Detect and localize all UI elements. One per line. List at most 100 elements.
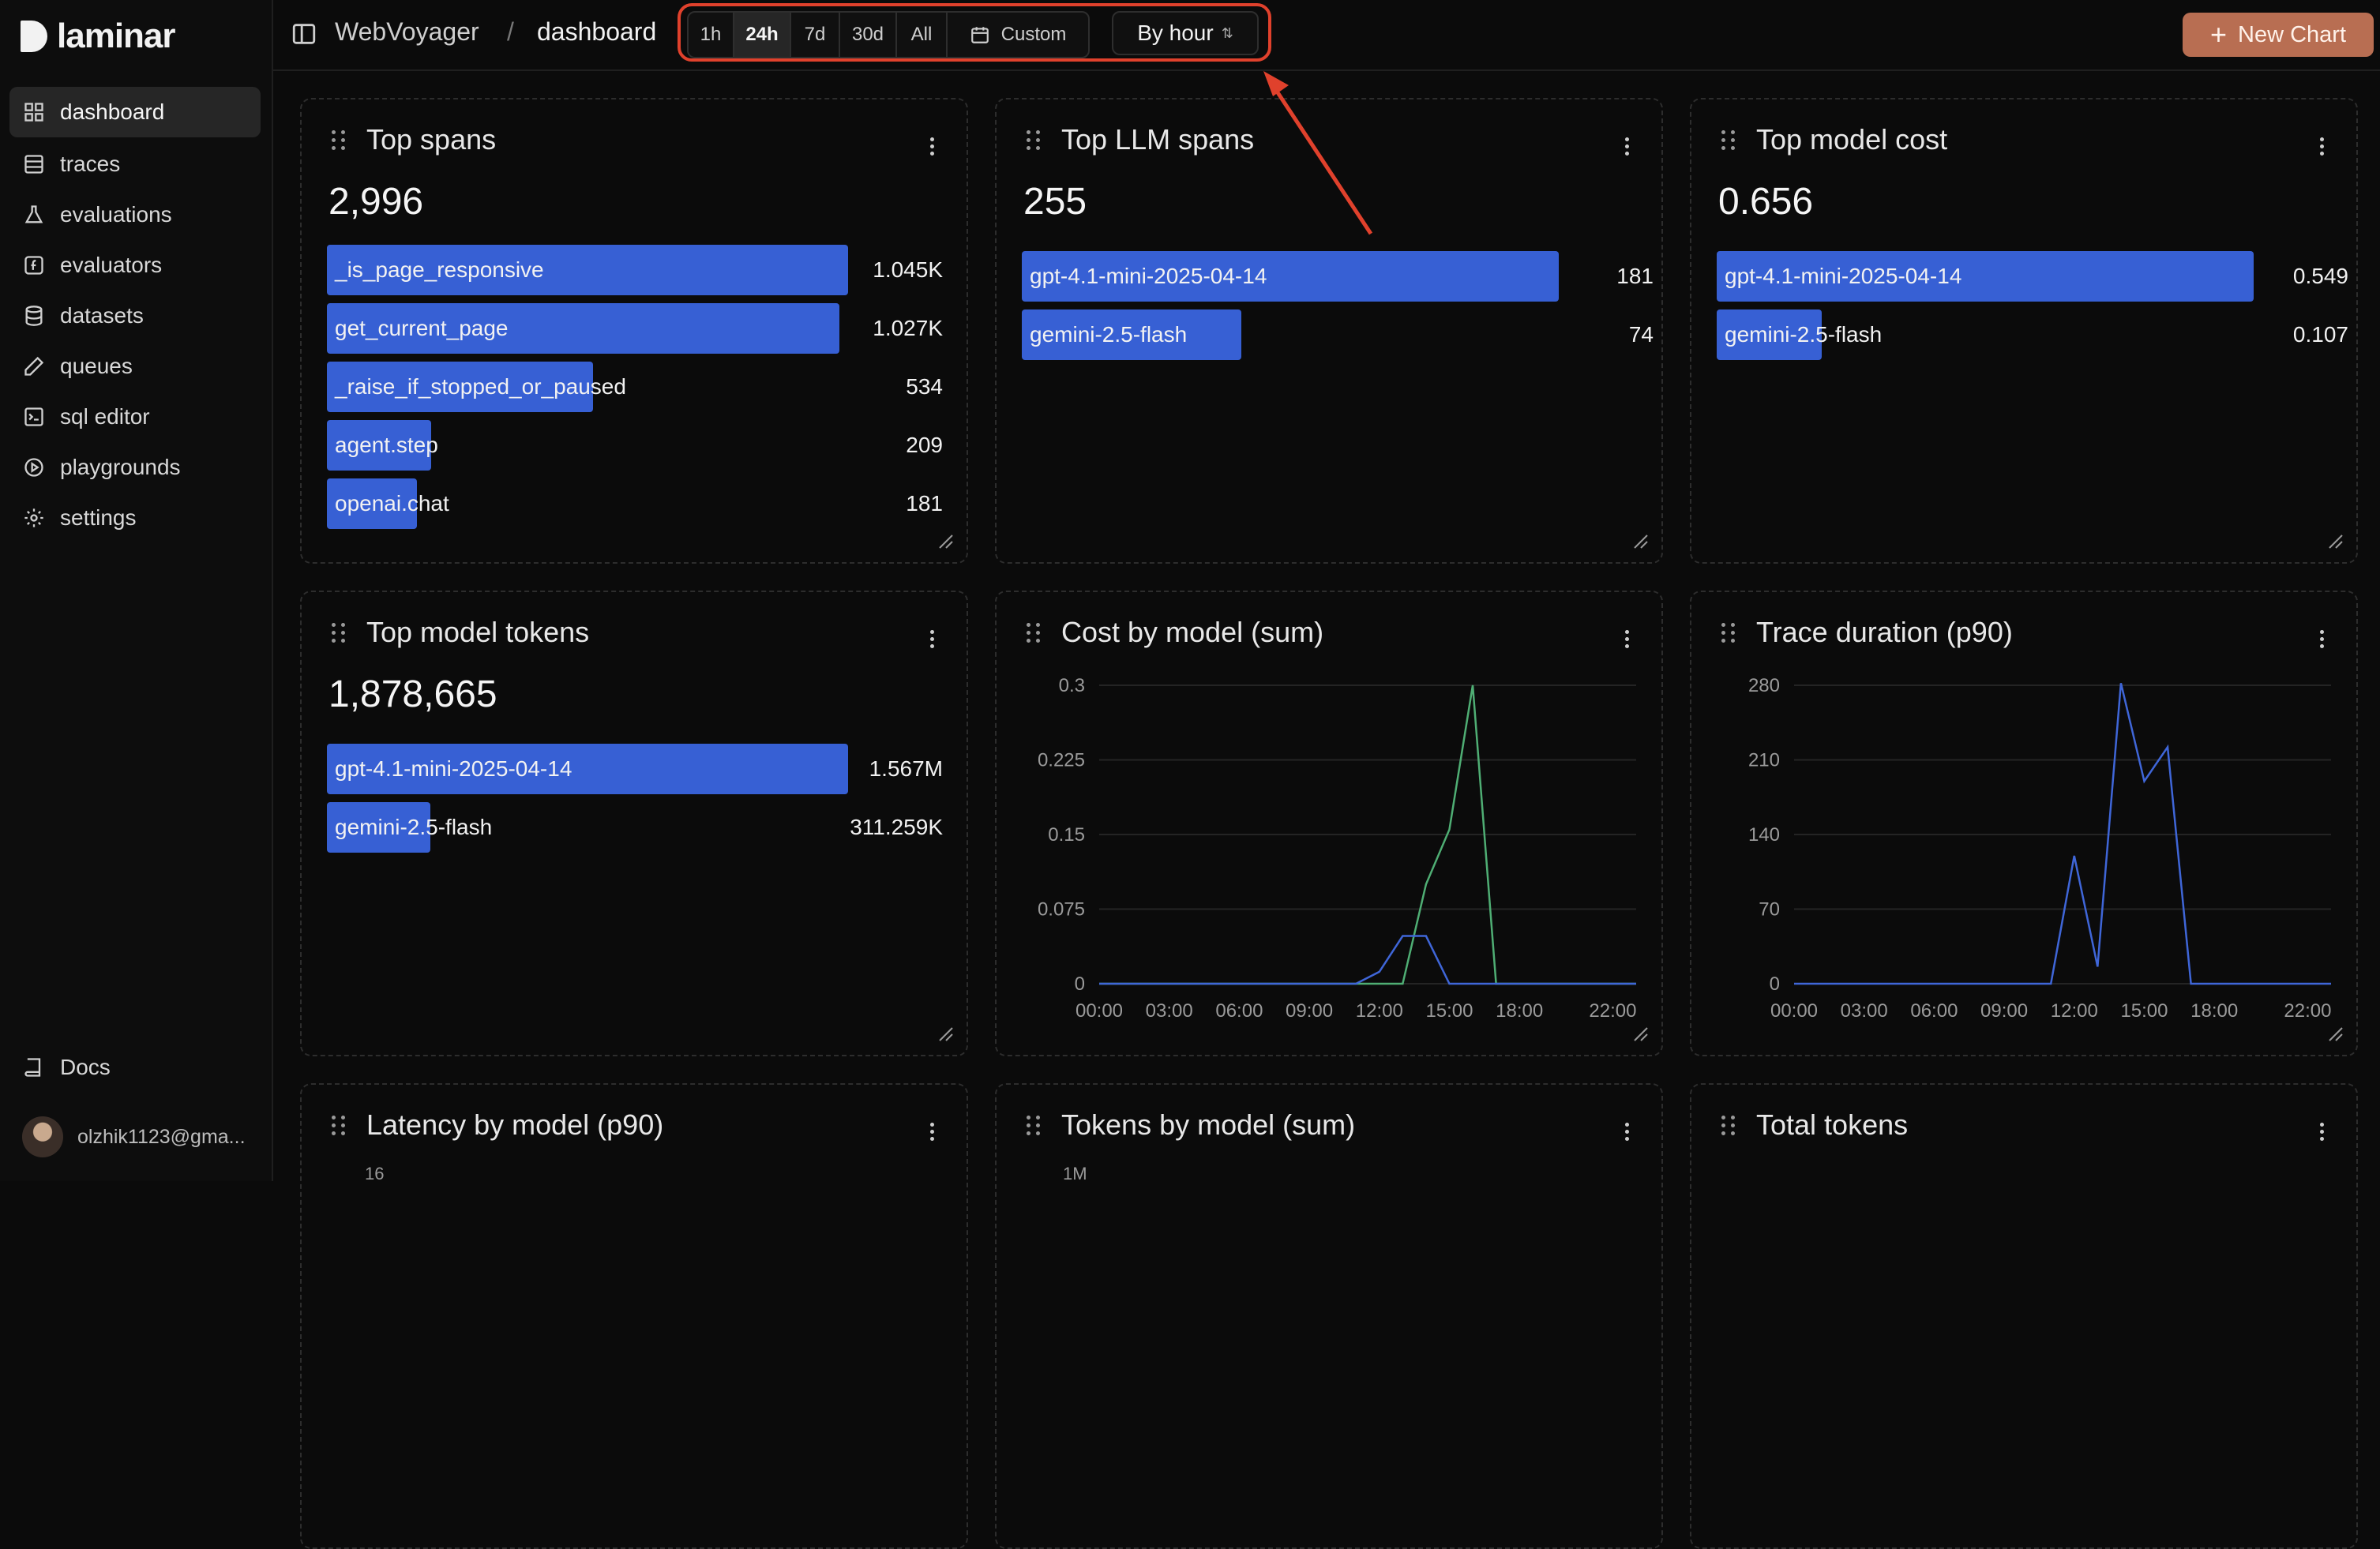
bar-label: agent.step: [335, 433, 438, 457]
y-tick-label: 0.15: [1048, 824, 1085, 846]
sidebar-item-sql-editor[interactable]: sql editor: [9, 392, 261, 442]
panel-toggle-icon[interactable]: [291, 21, 317, 47]
more-options-icon[interactable]: [2320, 137, 2325, 159]
range-7d-button[interactable]: 7d: [791, 13, 840, 57]
sidebar-item-traces[interactable]: traces: [9, 139, 261, 189]
drag-handle-icon[interactable]: [1721, 1115, 1736, 1135]
bar-row[interactable]: agent.step 209: [327, 420, 943, 471]
bar-value: 1.045K: [873, 257, 943, 282]
bar-row[interactable]: _is_page_responsive 1.045K: [327, 245, 943, 295]
drag-handle-icon[interactable]: [1027, 1115, 1041, 1135]
card-cost-by-model[interactable]: 0 0.075 0.15 0.225 0.3 00:00 03:00 06:00 09:00 12…: [995, 591, 1663, 1056]
laminar-logo-mark: [21, 21, 47, 52]
sidebar-item-evaluators[interactable]: evaluators: [9, 240, 261, 291]
range-24h-button[interactable]: 24h: [734, 13, 791, 57]
more-options-icon[interactable]: [930, 137, 935, 159]
bar-row[interactable]: gemini-2.5-flash 311.259K: [327, 802, 943, 853]
resize-handle-icon[interactable]: [1631, 1025, 1649, 1042]
bar-row[interactable]: gpt-4.1-mini-2025-04-14 1.567M: [327, 744, 943, 794]
more-options-icon[interactable]: [1625, 1123, 1630, 1144]
bar-row[interactable]: gemini-2.5-flash 74: [1022, 309, 1654, 360]
more-options-icon[interactable]: [2320, 630, 2325, 651]
sidebar-item-queues[interactable]: queues: [9, 341, 261, 392]
range-1h-button[interactable]: 1h: [689, 13, 734, 57]
card-total: 255: [1023, 181, 1087, 223]
x-tick-label: 03:00: [1841, 1000, 1888, 1022]
card-header: Top LLM spans: [1027, 123, 1254, 156]
x-tick-label: 03:00: [1146, 1000, 1193, 1022]
sidebar-item-playgrounds[interactable]: playgrounds: [9, 442, 261, 493]
drag-handle-icon[interactable]: [1027, 622, 1041, 643]
card-latency-by-model[interactable]: Latency by model (p90) 16: [300, 1083, 968, 1549]
drag-handle-icon[interactable]: [332, 129, 346, 150]
bar-row[interactable]: gpt-4.1-mini-2025-04-14 181: [1022, 251, 1654, 302]
card-trace-duration[interactable]: 0 70 140 210 280 00:00 03:00 06:00 09:00 12:00 15:…: [1690, 591, 2358, 1056]
resize-handle-icon[interactable]: [937, 1025, 954, 1042]
y-tick-label: 70: [1759, 899, 1780, 921]
sidebar-item-dashboard[interactable]: dashboard: [9, 87, 261, 137]
custom-range-label: Custom: [1000, 24, 1067, 45]
x-tick-label: 22:00: [1589, 1000, 1636, 1022]
sidebar-item-label: evaluations: [60, 202, 172, 227]
more-options-icon[interactable]: [930, 1123, 935, 1144]
drag-handle-icon[interactable]: [1027, 129, 1041, 150]
x-tick-label: 18:00: [1496, 1000, 1543, 1022]
resize-handle-icon[interactable]: [937, 532, 954, 549]
drag-handle-icon[interactable]: [332, 1115, 346, 1135]
custom-range-button[interactable]: Custom: [948, 13, 1088, 57]
bar-row[interactable]: get_current_page 1.027K: [327, 303, 943, 354]
card-title: Total tokens: [1756, 1108, 1909, 1141]
bar-value: 209: [906, 433, 943, 457]
bar-list: gpt-4.1-mini-2025-04-14 181 gemini-2.5-fla…: [1022, 251, 1654, 368]
drag-handle-icon[interactable]: [1721, 129, 1736, 150]
card-header: Top model cost: [1721, 123, 1947, 156]
x-tick-label: 09:00: [1980, 1000, 2028, 1022]
sidebar-item-label: queues: [60, 354, 133, 378]
function-icon: [22, 253, 46, 277]
card-top-model-tokens[interactable]: Top model tokens 1,878,665 gpt-4.1-mini-…: [300, 591, 968, 1056]
bar-row[interactable]: _raise_if_stopped_or_paused 534: [327, 362, 943, 412]
card-top-model-cost[interactable]: Top model cost 0.656 gpt-4.1-mini-2025-0…: [1690, 98, 2358, 564]
more-options-icon[interactable]: [1625, 630, 1630, 651]
range-all-button[interactable]: All: [897, 13, 948, 57]
bar-label: gpt-4.1-mini-2025-04-14: [1030, 264, 1267, 288]
card-total: 1,878,665: [328, 673, 497, 715]
sidebar-item-evaluations[interactable]: evaluations: [9, 189, 261, 240]
more-options-icon[interactable]: [930, 630, 935, 651]
drag-handle-icon[interactable]: [1721, 622, 1736, 643]
laminar-logo[interactable]: laminar: [21, 14, 176, 58]
card-tokens-by-model[interactable]: Tokens by model (sum) 1M: [995, 1083, 1663, 1549]
x-tick-label: 00:00: [1076, 1000, 1123, 1022]
book-icon: [22, 1056, 46, 1079]
card-top-llm-spans[interactable]: Top LLM spans 255 gpt-4.1-mini-2025-04-1…: [995, 98, 1663, 564]
card-total-tokens[interactable]: Total tokens: [1690, 1083, 2358, 1549]
card-title: Latency by model (p90): [366, 1108, 664, 1141]
new-chart-button[interactable]: + New Chart: [2183, 13, 2374, 57]
breadcrumb-project[interactable]: WebVoyager: [335, 17, 479, 47]
resize-handle-icon[interactable]: [1631, 532, 1649, 549]
more-options-icon[interactable]: [1625, 137, 1630, 159]
card-title: Tokens by model (sum): [1061, 1108, 1356, 1141]
drag-handle-icon[interactable]: [332, 622, 346, 643]
bar-row[interactable]: gemini-2.5-flash 0.107: [1717, 309, 2348, 360]
y-tick-label: 210: [1748, 750, 1780, 771]
series-line-1: [1099, 935, 1636, 985]
sidebar-item-settings[interactable]: settings: [9, 493, 261, 543]
bar-row[interactable]: openai.chat 181: [327, 478, 943, 529]
card-top-spans[interactable]: Top spans 2,996 _is_page_responsive 1.045…: [300, 98, 968, 564]
group-by-select[interactable]: By hour ⇅: [1112, 11, 1259, 55]
sidebar-item-label: evaluators: [60, 253, 163, 277]
resize-handle-icon[interactable]: [2326, 532, 2344, 549]
range-30d-button[interactable]: 30d: [840, 13, 897, 57]
docs-link[interactable]: Docs: [9, 1042, 261, 1093]
resize-handle-icon[interactable]: [2326, 1025, 2344, 1042]
y-tick-label: 1M: [1063, 1164, 1087, 1183]
card-title: Top spans: [366, 123, 497, 156]
more-options-icon[interactable]: [2320, 1123, 2325, 1144]
sidebar-item-datasets[interactable]: datasets: [9, 291, 261, 341]
bar-label: gpt-4.1-mini-2025-04-14: [1725, 264, 1962, 288]
series-line-0: [1794, 683, 2331, 985]
user-menu[interactable]: olzhik1123@gma...: [22, 1116, 246, 1157]
sidebar-item-label: settings: [60, 505, 137, 530]
bar-row[interactable]: gpt-4.1-mini-2025-04-14 0.549: [1717, 251, 2348, 302]
